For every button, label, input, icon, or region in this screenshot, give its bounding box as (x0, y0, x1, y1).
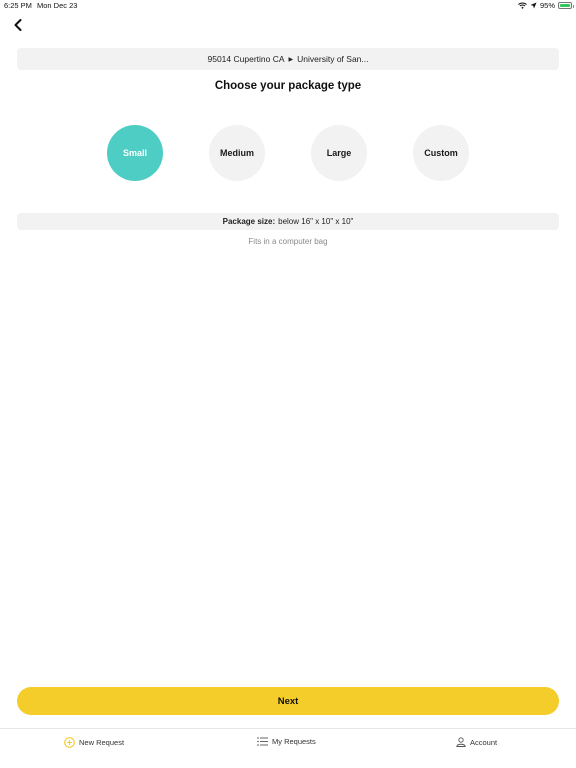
package-size-value: below 16" x 10" x 10" (278, 217, 354, 226)
triangle-right-icon: ▶ (288, 56, 294, 63)
page-title: Choose your package type (214, 80, 362, 92)
list-icon (257, 737, 268, 746)
route-origin: 95014 Cupertino CA (207, 54, 285, 64)
battery-fill (560, 4, 570, 7)
tab-bar: New Request My Requests Account (0, 728, 576, 768)
back-button[interactable] (8, 15, 28, 35)
next-button[interactable]: Next (17, 687, 559, 715)
plus-circle-icon (64, 737, 75, 748)
battery-percent: 95% (539, 1, 555, 10)
tab-account[interactable]: Account (456, 737, 497, 747)
tab-account-label: Account (470, 737, 498, 747)
person-icon (456, 737, 466, 747)
package-size-label: Package size: (222, 217, 276, 226)
tab-new-request-label: New Request (79, 738, 125, 747)
wifi-icon (518, 2, 527, 9)
package-option-medium[interactable]: Medium (209, 125, 265, 181)
status-indicators: 95% (518, 1, 574, 10)
package-option-large[interactable]: Large (311, 125, 367, 181)
location-arrow-icon (530, 2, 537, 9)
tab-my-requests[interactable]: My Requests (257, 737, 316, 746)
package-size-hint: Fits in a computer bag (248, 237, 328, 246)
tab-my-requests-label: My Requests (272, 737, 316, 746)
route-destination: University of San... (297, 54, 369, 64)
chevron-left-icon (14, 19, 22, 31)
battery-icon (558, 2, 574, 9)
route-summary[interactable]: 95014 Cupertino CA ▶ University of San..… (17, 48, 559, 70)
package-option-small[interactable]: Small (107, 125, 163, 181)
tab-new-request[interactable]: New Request (64, 737, 124, 748)
status-date: Mon Dec 23 (37, 1, 78, 10)
status-time: 6:25 PM (4, 1, 32, 10)
package-size-bar: Package size: below 16" x 10" x 10" (17, 213, 559, 230)
status-bar: 6:25 PM Mon Dec 23 95% (0, 0, 576, 12)
package-option-custom[interactable]: Custom (413, 125, 469, 181)
